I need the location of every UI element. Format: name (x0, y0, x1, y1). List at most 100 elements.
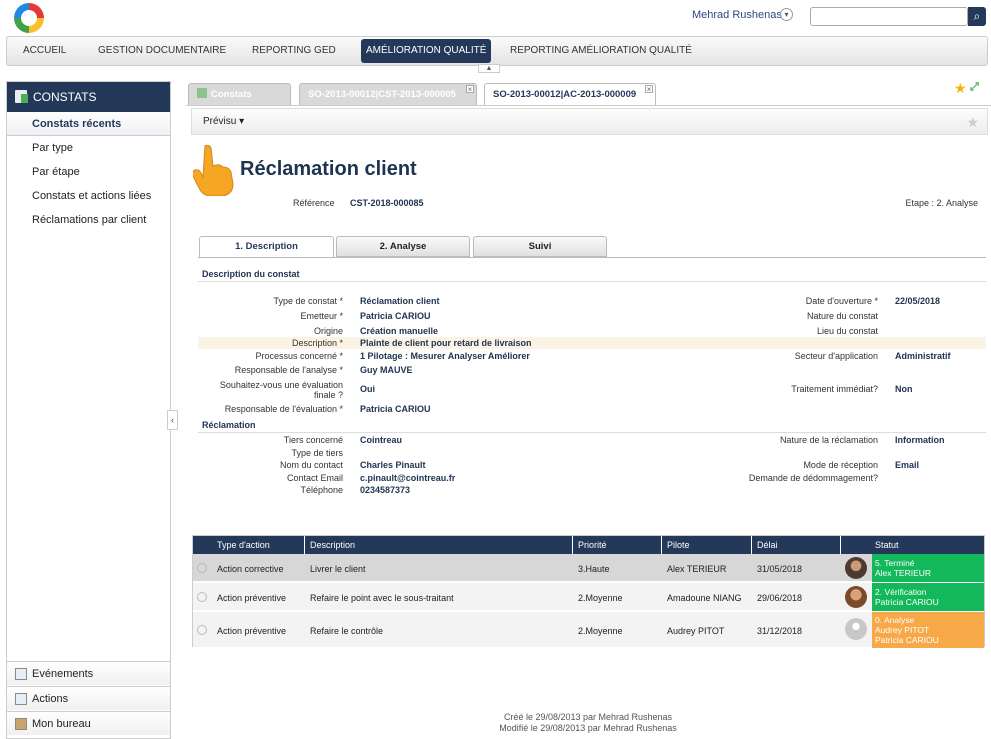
field-value[interactable]: c.pinault@cointreau.fr (360, 473, 455, 483)
status-badge: 2. Vérification Patricia CARIOU (872, 583, 984, 611)
field-value: 1 Pilotage : Mesurer Analyser Améliorer (360, 351, 530, 361)
column-header[interactable]: Délai (757, 540, 778, 550)
field-value: Email (895, 460, 920, 470)
cell-delay: 29/06/2018 (757, 593, 803, 603)
reference-value: CST-2018-000085 (350, 198, 424, 208)
field-value: 0234587373 (360, 485, 411, 495)
field-value: Patricia CARIOU (360, 311, 431, 321)
cell-description: Livrer le client (310, 564, 366, 574)
nav-item-amelioration-qualite[interactable]: AMÉLIORATION QUALITÉ (361, 39, 492, 63)
table-row[interactable]: Action corrective Livrer le client 3.Hau… (193, 554, 984, 582)
top-bar: Mehrad Rushenas ▾ ⌕ (0, 0, 991, 34)
field-label: finale ? (313, 390, 343, 400)
record-title: Réclamation client (240, 158, 417, 180)
field-label: Emetteur * (300, 311, 343, 321)
record-step: Etape : 2. Analyse (905, 198, 978, 208)
modified-info: Modifié le 29/08/2013 par Mehrad Rushena… (499, 723, 677, 733)
field-label: Téléphone (300, 485, 343, 495)
column-separator (572, 536, 573, 554)
tab-description[interactable]: 1. Description (199, 236, 334, 258)
section-description-title: Description du constat (202, 269, 300, 279)
tab-analyse[interactable]: 2. Analyse (336, 236, 470, 257)
field-value: Information (895, 435, 945, 445)
collapse-nav-button[interactable]: ▲ (478, 64, 500, 73)
field-value: Charles Pinault (360, 460, 426, 470)
field-label: Nature de la réclamation (779, 435, 878, 445)
close-icon[interactable]: × (466, 85, 474, 94)
star-icon[interactable]: ★ (966, 114, 979, 131)
field-label: Contact Email (286, 473, 343, 483)
tab-suivi[interactable]: Suivi (473, 236, 607, 257)
sidebar-title: CONSTATS (33, 90, 97, 104)
hand-pointer-icon (193, 144, 234, 196)
nav-item-gestion-documentaire[interactable]: GESTION DOCUMENTAIRE (93, 39, 231, 63)
subtabs-divider (198, 257, 986, 258)
cell-delay: 31/05/2018 (757, 564, 803, 574)
field-label: Type de constat * (273, 296, 343, 306)
column-header[interactable]: Statut (875, 540, 899, 550)
sidebar-item-actions[interactable]: Actions (7, 686, 170, 710)
sidebar-item-evenements[interactable]: Evénements (7, 661, 170, 685)
section-divider (198, 432, 986, 433)
field-value: Cointreau (360, 435, 403, 445)
column-separator (661, 536, 662, 554)
cell-delay: 31/12/2018 (757, 626, 803, 636)
field-value: Plainte de client pour retard de livrais… (360, 338, 532, 348)
sidebar-header[interactable]: CONSTATS (7, 82, 170, 112)
column-header[interactable]: Description (310, 540, 355, 550)
collapse-sidebar-button[interactable]: ‹ (167, 410, 178, 430)
main-nav: ACCUEIL GESTION DOCUMENTAIRE REPORTING G… (6, 36, 988, 66)
preview-menu[interactable]: Prévisu ▾ (203, 116, 244, 127)
constats-icon (197, 88, 207, 98)
nav-item-reporting-ged[interactable]: REPORTING GED (247, 39, 341, 63)
record-toolbar: Prévisu ▾ ★ (191, 108, 988, 135)
field-label: Souhaitez-vous une évaluation (219, 380, 343, 390)
expand-icon[interactable]: ⤢ (970, 81, 979, 94)
history-icon[interactable] (197, 592, 207, 602)
sidebar-item-par-etape[interactable]: Par étape (7, 160, 170, 184)
table-row[interactable]: Action préventive Refaire le contrôle 2.… (193, 612, 984, 648)
table-row[interactable]: Action préventive Refaire le point avec … (193, 583, 984, 611)
section-divider (198, 281, 986, 282)
field-label: Secteur d'application (794, 351, 878, 361)
tab-constats-recents[interactable]: Constats récents (188, 83, 291, 122)
history-icon[interactable] (197, 563, 207, 573)
history-icon[interactable] (197, 625, 207, 635)
user-name[interactable]: Mehrad Rushenas (692, 9, 782, 21)
status-badge: 5. Terminé Alex TERIEUR (872, 554, 984, 582)
field-label: Date d'ouverture * (805, 296, 878, 306)
field-value: Création manuelle (360, 326, 439, 336)
sidebar-item-reclamations-client[interactable]: Réclamations par client (7, 208, 170, 232)
field-value: Réclamation client (360, 296, 440, 306)
column-header[interactable]: Type d'action (217, 540, 270, 550)
cell-type: Action préventive (217, 626, 287, 636)
favorite-star-icon[interactable]: ★ (954, 80, 967, 97)
tab-cst-2013-000005[interactable]: SO-2013-00012|CST-2013-000005 × (299, 83, 477, 105)
search-icon[interactable]: ⌕ (968, 7, 986, 26)
nav-item-accueil[interactable]: ACCUEIL (18, 39, 71, 63)
events-icon (15, 668, 27, 680)
tab-ac-2013-000009[interactable]: SO-2013-00012|AC-2013-000009 × (484, 83, 656, 106)
nav-item-reporting-amelioration-qualite[interactable]: REPORTING AMÉLIORATION QUALITÉ (505, 39, 697, 63)
cell-type: Action corrective (217, 564, 284, 574)
field-label: Tiers concerné (283, 435, 343, 445)
field-label: Responsable de l'évaluation * (224, 404, 343, 414)
field-label: Nature du constat (806, 311, 878, 321)
sidebar-bottom-label: Mon bureau (32, 718, 91, 730)
field-value: Non (895, 384, 913, 394)
close-icon[interactable]: × (645, 85, 653, 94)
field-value: Administratif (895, 351, 951, 361)
search-input[interactable] (810, 7, 968, 26)
sidebar-item-par-type[interactable]: Par type (7, 136, 170, 160)
chevron-down-icon[interactable]: ▾ (780, 8, 793, 21)
column-separator (840, 536, 841, 554)
sidebar-item-constats-actions[interactable]: Constats et actions liées (7, 184, 170, 208)
sidebar-item-constats-recents[interactable]: Constats récents (7, 112, 170, 136)
sidebar-item-mon-bureau[interactable]: Mon bureau (7, 711, 170, 735)
column-separator (751, 536, 752, 554)
field-label: Traitement immédiat? (791, 384, 878, 394)
app-logo[interactable] (14, 3, 44, 33)
column-header[interactable]: Priorité (578, 540, 607, 550)
column-header[interactable]: Pilote (667, 540, 690, 550)
cell-description: Refaire le point avec le sous-traitant (310, 593, 454, 603)
